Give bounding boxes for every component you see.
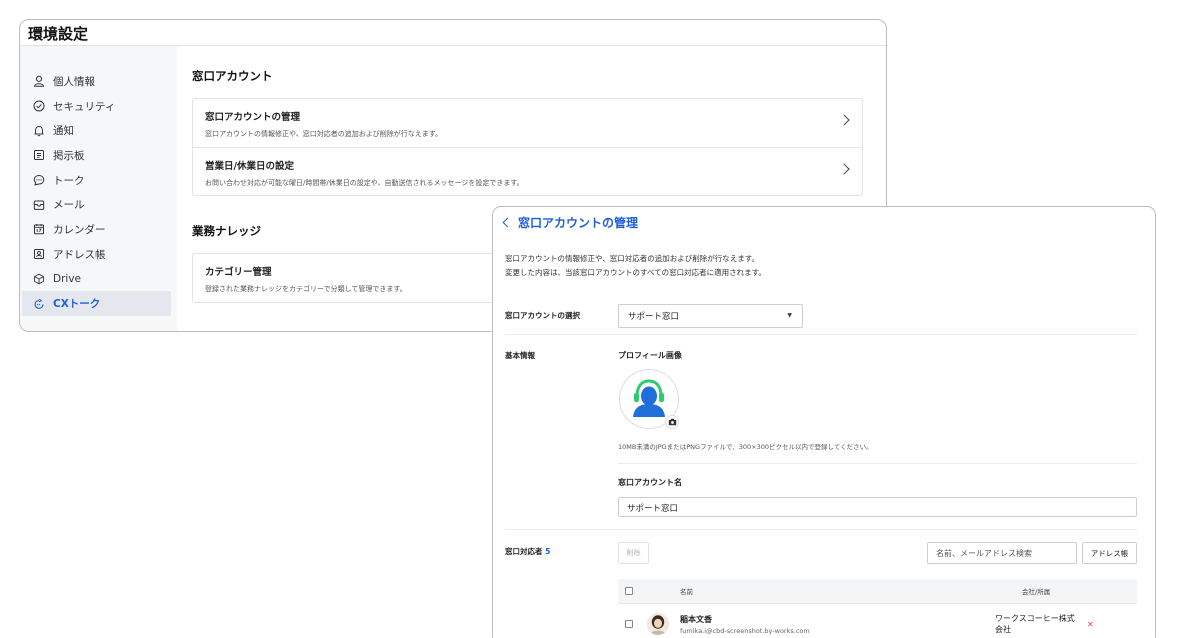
avatar [647, 613, 669, 635]
profile-image[interactable] [619, 369, 679, 429]
account-select-row: 窓口アカウントの選択 サポート窓口 ▼ [505, 297, 1137, 335]
card-group-window-account: 窓口アカウントの管理 窓口アカウントの情報修正や、窓口対応者の追加および削除が行… [192, 98, 863, 196]
card-business-days[interactable]: 営業日/休業日の設定 お問い合わせ対応が可能な曜日/時間帯/休業日の設定や、自動… [193, 147, 862, 195]
profile-image-label: プロフィール画像 [618, 351, 682, 360]
column-header-name: 名前 [680, 588, 693, 596]
sidebar-item-security[interactable]: セキュリティ [20, 94, 177, 119]
sidebar-item-cx-talk[interactable]: CXトーク [22, 291, 171, 316]
intro-text: 窓口アカウントの情報修正や、窓口対応者の追加および削除が行なえます。 変更した内… [493, 237, 1155, 280]
camera-icon[interactable] [665, 415, 679, 429]
sidebar-item-label: メール [53, 199, 85, 212]
sidebar-item-talk[interactable]: トーク [20, 168, 177, 193]
agents-count: 5 [545, 547, 551, 556]
agent-search-input[interactable]: 名前、メールアドレス検索 [927, 542, 1077, 564]
sidebar-item-calendar[interactable]: カレンダー [20, 217, 177, 242]
bell-icon [32, 124, 45, 137]
intro-line: 窓口アカウントの情報修正や、窓口対応者の追加および削除が行なえます。 [505, 254, 760, 263]
sidebar-item-label: 個人情報 [53, 75, 95, 88]
table-header: 名前 会社/所属 [618, 579, 1137, 604]
account-select-value: サポート窓口 [628, 311, 680, 322]
calendar-icon [32, 223, 45, 236]
page-title: 窓口アカウントの管理 [518, 215, 639, 230]
manage-window: 窓口アカウントの管理 窓口アカウントの情報修正や、窓口対応者の追加および削除が行… [492, 206, 1156, 638]
image-hint: 10MB未満のJPGまたはPNGファイルで、300×300ピクセル以内で登録して… [618, 443, 873, 451]
sidebar-item-drive[interactable]: Drive [20, 267, 177, 292]
back-link[interactable]: 窓口アカウントの管理 [493, 207, 1155, 237]
settings-sidebar: 個人情報 セキュリティ 通知 掲示板 トーク メール カレンダー アドレス帳 D… [20, 46, 177, 331]
account-select[interactable]: サポート窓口 ▼ [618, 303, 803, 328]
account-name-label: 窓口アカウント名 [618, 478, 682, 487]
sidebar-item-label: カレンダー [53, 223, 106, 236]
agent-company: ワークスコーヒー株式会社 [995, 614, 1075, 634]
mail-icon [32, 198, 45, 211]
table-row: 稲本文香 fumika.i@cbd-screenshot.by-works.co… [618, 605, 1137, 638]
section-title: 窓口アカウント [192, 69, 273, 83]
agents-label-text: 窓口対応者 [505, 547, 543, 556]
select-all-checkbox[interactable] [625, 587, 633, 595]
sidebar-item-label: アドレス帳 [53, 248, 106, 261]
address-book-button[interactable]: アドレス帳 [1082, 542, 1137, 564]
column-header-company: 会社/所属 [1022, 588, 1051, 596]
row-checkbox[interactable] [625, 620, 633, 628]
address-book-icon [32, 248, 45, 261]
remove-icon[interactable]: ✕ [1087, 620, 1094, 629]
intro-line: 変更した内容は、当該窓口アカウントのすべての窓口対応者に適用されます。 [505, 268, 766, 277]
agent-name: 稲本文香 [680, 614, 712, 624]
sidebar-item-label: トーク [53, 174, 85, 187]
divider [505, 529, 1137, 530]
sidebar-item-personal-info[interactable]: 個人情報 [20, 69, 177, 94]
caret-down-icon: ▼ [787, 312, 792, 319]
sidebar-item-label: Drive [53, 272, 81, 285]
card-title: 営業日/休業日の設定 [205, 161, 294, 172]
shield-check-icon [32, 100, 45, 113]
chat-icon [32, 174, 45, 187]
cx-talk-icon [32, 297, 45, 310]
card-description: お問い合わせ対応が可能な曜日/時間帯/休業日の設定や、自動送信されるメッセージを… [205, 179, 524, 187]
chevron-left-icon [502, 217, 513, 227]
drive-icon [32, 272, 45, 285]
delete-button[interactable]: 削除 [618, 542, 649, 564]
account-name-input[interactable]: サポート窓口 [618, 497, 1137, 517]
agent-email: fumika.i@cbd-screenshot.by-works.com [680, 626, 810, 635]
user-icon [32, 75, 45, 88]
account-select-label: 窓口アカウントの選択 [505, 311, 580, 320]
sidebar-item-label: CXトーク [53, 298, 101, 311]
divider [618, 463, 1137, 464]
sidebar-item-notifications[interactable]: 通知 [20, 118, 177, 143]
sidebar-item-label: 掲示板 [53, 149, 85, 162]
card-manage-window-account[interactable]: 窓口アカウントの管理 窓口アカウントの情報修正や、窓口対応者の追加および削除が行… [193, 99, 862, 147]
sidebar-item-label: 通知 [53, 125, 74, 138]
sidebar-item-mail[interactable]: メール [20, 192, 177, 217]
sidebar-item-board[interactable]: 掲示板 [20, 143, 177, 168]
basic-info-label: 基本情報 [505, 351, 535, 360]
agent-info: 稲本文香 fumika.i@cbd-screenshot.by-works.co… [680, 614, 995, 635]
sidebar-item-address-book[interactable]: アドレス帳 [20, 242, 177, 267]
settings-title: 環境設定 [20, 20, 886, 46]
board-icon [32, 149, 45, 162]
card-title: 窓口アカウントの管理 [205, 112, 301, 123]
agents-label: 窓口対応者 5 [505, 546, 550, 557]
card-description: 窓口アカウントの情報修正や、窓口対応者の追加および削除が行なえます。 [205, 130, 443, 138]
sidebar-item-label: セキュリティ [53, 100, 116, 113]
